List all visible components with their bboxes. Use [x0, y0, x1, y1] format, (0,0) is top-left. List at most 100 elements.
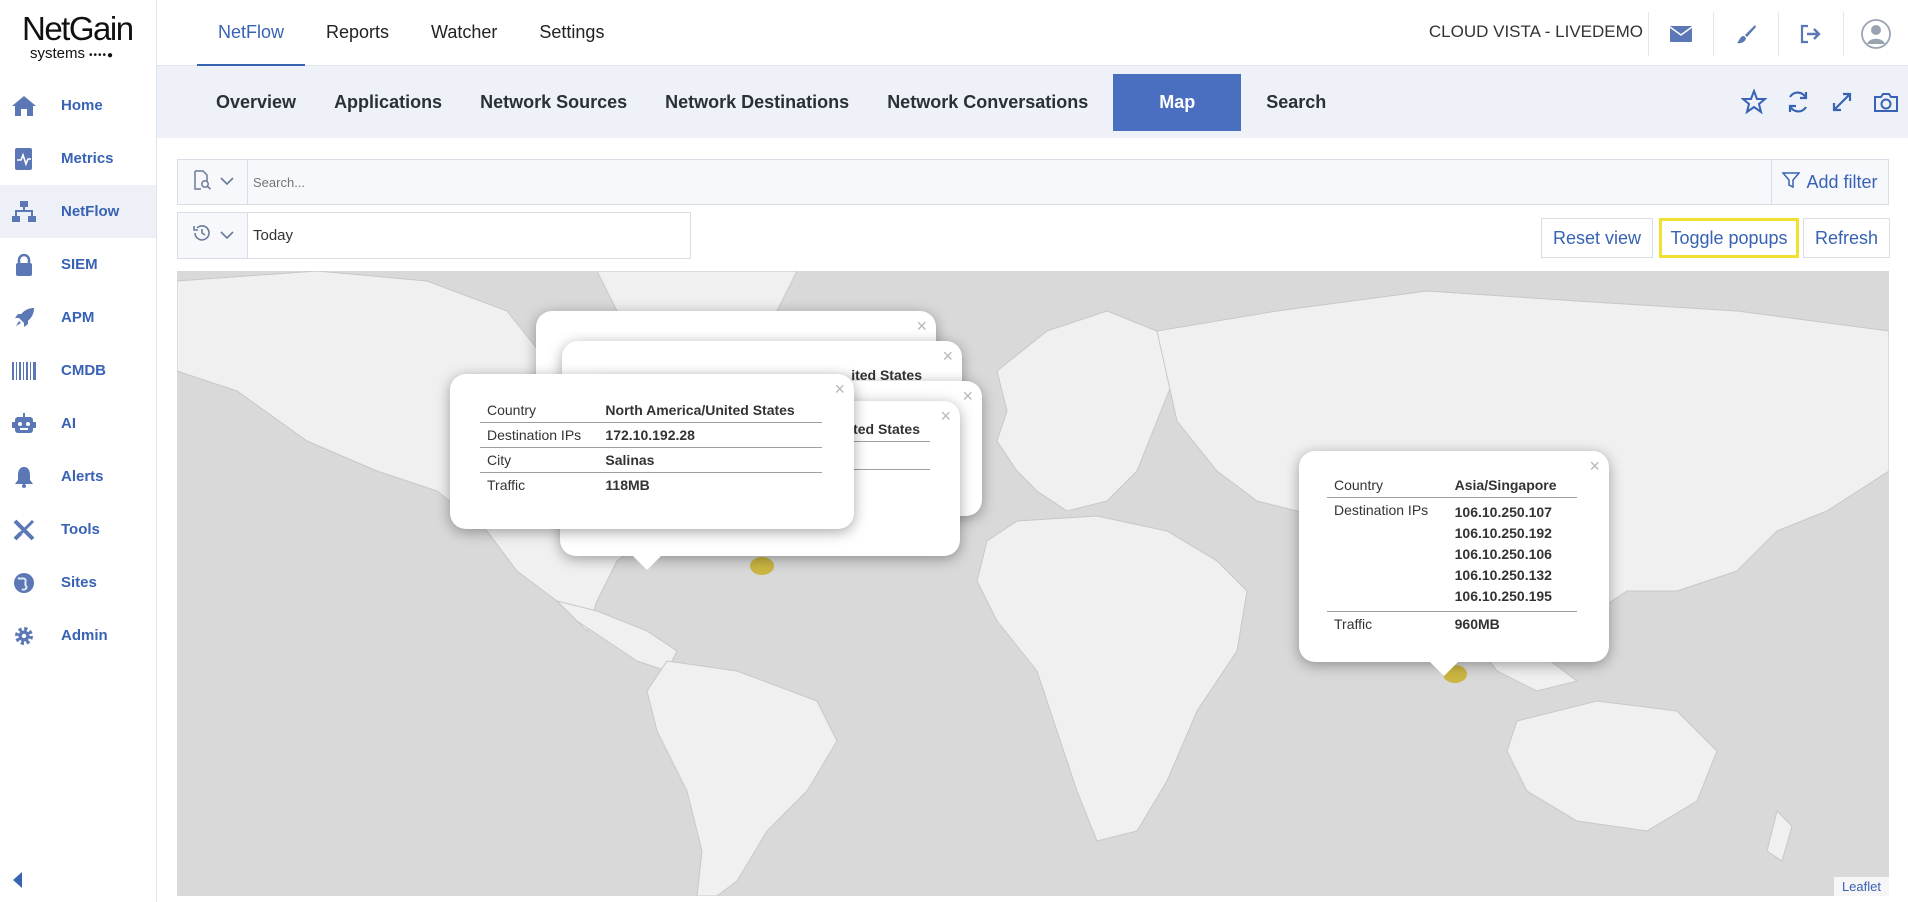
camera-icon[interactable] — [1864, 84, 1908, 120]
sidebar-item-siem[interactable]: SIEM — [0, 238, 156, 291]
toggle-popups-button[interactable]: Toggle popups — [1659, 218, 1799, 258]
popup-label: City — [480, 447, 599, 473]
time-range-input[interactable] — [248, 213, 690, 258]
close-icon[interactable]: × — [834, 379, 845, 400]
tab-overview[interactable]: Overview — [197, 74, 315, 131]
sidebar-item-home[interactable]: Home — [0, 79, 156, 132]
tab-network-conversations[interactable]: Network Conversations — [868, 74, 1107, 131]
sidebar-item-label: Alerts — [61, 468, 104, 485]
sidebar-item-label: NetFlow — [61, 203, 120, 220]
refresh-icon[interactable] — [1776, 84, 1820, 120]
map-marker-us[interactable] — [750, 557, 774, 575]
star-icon[interactable] — [1732, 84, 1776, 120]
sidebar-item-netflow[interactable]: NetFlow — [0, 185, 156, 238]
sidebar-item-apm[interactable]: APM — [0, 291, 156, 344]
map-land — [177, 271, 1889, 896]
chevron-down-icon — [219, 173, 234, 191]
logout-icon[interactable] — [1778, 12, 1843, 56]
ip-address: 106.10.250.195 — [1454, 588, 1552, 604]
rocket-icon — [10, 304, 38, 332]
popup-value: 172.10.192.28 — [598, 422, 822, 448]
map-popup-us: × Country North America/United States Des… — [450, 374, 854, 529]
sidebar-item-label: Home — [61, 97, 103, 114]
robot-icon — [10, 410, 38, 438]
sidebar-item-label: CMDB — [61, 362, 106, 379]
barcode-icon — [10, 357, 38, 385]
search-input[interactable] — [248, 160, 1771, 204]
sidebar-item-alerts[interactable]: Alerts — [0, 450, 156, 503]
tab-reports[interactable]: Reports — [305, 0, 410, 66]
top-header: NetFlow Reports Watcher Settings CLOUD V… — [157, 0, 1908, 66]
sidebar-item-label: APM — [61, 309, 95, 326]
map-popup-singapore: × Country Asia/Singapore Destination IPs … — [1299, 451, 1609, 676]
popup-label: Traffic — [1334, 616, 1373, 632]
leaflet-attribution[interactable]: Leaflet — [1833, 877, 1889, 896]
sidebar-item-label: AI — [61, 415, 76, 432]
netflow-icon — [10, 198, 38, 226]
sidebar-item-metrics[interactable]: Metrics — [0, 132, 156, 185]
world-map[interactable]: × × ited States × × ited States × Countr… — [177, 271, 1889, 896]
sidebar-item-sites[interactable]: Sites — [0, 556, 156, 609]
sidebar-item-label: Metrics — [61, 150, 114, 167]
netgain-logo[interactable]: NetGain systems ••••● — [22, 12, 142, 68]
close-icon[interactable]: × — [916, 316, 927, 337]
popup-country-partial: ited States — [849, 421, 920, 437]
close-icon[interactable]: × — [942, 346, 953, 367]
popup-value: 960MB — [1454, 616, 1500, 632]
search-scope-dropdown[interactable] — [178, 160, 248, 204]
sub-nav: Overview Applications Network Sources Ne… — [157, 66, 1908, 138]
popup-label: Destination IPs — [480, 422, 599, 448]
popup-value: North America/United States — [598, 398, 822, 423]
tab-netflow[interactable]: NetFlow — [197, 0, 306, 66]
avatar[interactable] — [1843, 12, 1908, 56]
brush-icon[interactable] — [1713, 12, 1778, 56]
tenant-name[interactable]: CLOUD VISTA - LIVEDEMO — [1429, 22, 1643, 42]
popup-label: Traffic — [487, 477, 526, 493]
tab-search[interactable]: Search — [1247, 74, 1345, 131]
metrics-icon — [10, 145, 38, 173]
sidebar-nav: Home Metrics NetFlow SIEM APM CMDB AI Al… — [0, 79, 156, 662]
tab-map[interactable]: Map — [1113, 74, 1242, 131]
sidebar-item-admin[interactable]: Admin — [0, 609, 156, 662]
sidebar-item-label: SIEM — [61, 256, 98, 273]
gear-icon — [10, 622, 38, 650]
tab-applications[interactable]: Applications — [315, 74, 461, 131]
popup-value: 118MB — [605, 477, 650, 493]
popup-value: Salinas — [598, 447, 822, 473]
expand-icon[interactable] — [1820, 84, 1864, 120]
collapse-sidebar-icon[interactable] — [10, 870, 24, 890]
history-dropdown[interactable] — [178, 213, 248, 258]
reset-view-button[interactable]: Reset view — [1541, 218, 1653, 258]
sidebar-item-label: Admin — [61, 627, 108, 644]
refresh-button[interactable]: Refresh — [1803, 218, 1890, 258]
popup-label: Destination IPs — [1327, 497, 1448, 612]
popup-ip-list: 106.10.250.107 106.10.250.192 106.10.250… — [1447, 497, 1577, 612]
tab-watcher[interactable]: Watcher — [410, 0, 518, 66]
chevron-down-icon — [219, 227, 234, 245]
tab-network-sources[interactable]: Network Sources — [461, 74, 646, 131]
close-icon[interactable]: × — [940, 406, 951, 427]
tab-settings[interactable]: Settings — [518, 0, 625, 66]
top-tabs: NetFlow Reports Watcher Settings — [197, 0, 625, 66]
close-icon[interactable]: × — [1589, 456, 1600, 477]
tab-network-destinations[interactable]: Network Destinations — [646, 74, 868, 131]
ip-address: 106.10.250.132 — [1454, 567, 1552, 583]
popup-table: Country Asia/Singapore Destination IPs 10… — [1327, 473, 1577, 636]
sidebar-item-ai[interactable]: AI — [0, 397, 156, 450]
sidebar: NetGain systems ••••● Home Metrics NetFlo… — [0, 0, 157, 902]
sidebar-item-cmdb[interactable]: CMDB — [0, 344, 156, 397]
sidebar-item-label: Tools — [61, 521, 100, 538]
sidebar-item-tools[interactable]: Tools — [0, 503, 156, 556]
page-actions — [1732, 84, 1908, 120]
mail-icon[interactable] — [1648, 12, 1713, 56]
time-range-bar — [177, 212, 691, 259]
netflow-tabs: Overview Applications Network Sources Ne… — [197, 74, 1345, 131]
history-icon — [192, 223, 212, 248]
close-icon[interactable]: × — [962, 386, 973, 407]
add-filter-label: Add filter — [1806, 171, 1878, 192]
lock-icon — [10, 251, 38, 279]
document-search-icon — [192, 169, 212, 195]
popup-table: Country North America/United States Desti… — [480, 398, 822, 497]
home-icon — [10, 92, 38, 120]
add-filter-button[interactable]: Add filter — [1771, 160, 1888, 204]
